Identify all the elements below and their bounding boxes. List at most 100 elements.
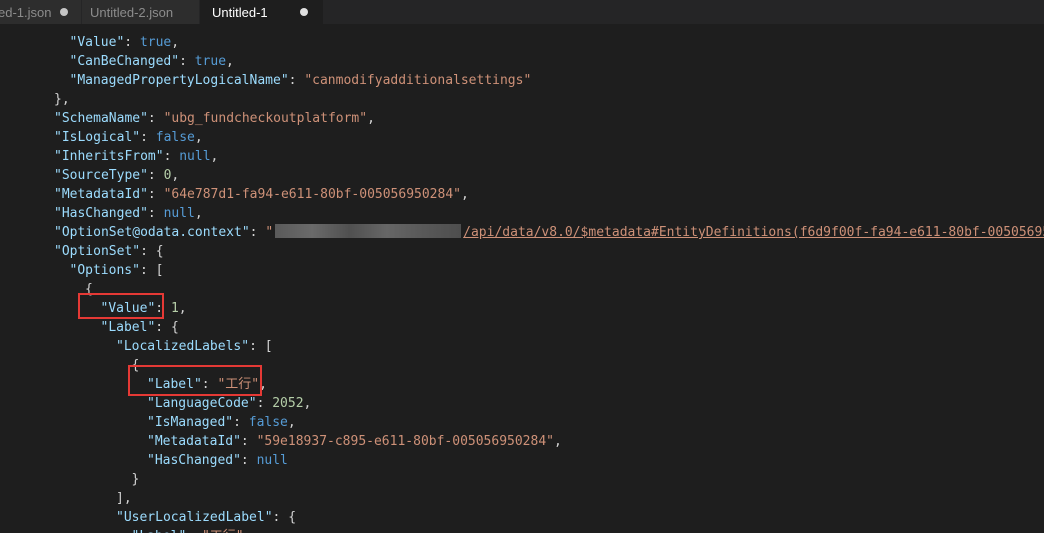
code-token: : [201, 377, 218, 392]
code-token: : [155, 301, 171, 316]
code-token: "SourceType" [54, 168, 148, 183]
code-token: : [147, 187, 164, 202]
code-line: { [85, 280, 93, 299]
code-token: "工行" [202, 529, 244, 533]
code-token: : [ [139, 263, 164, 278]
code-token: : [147, 111, 164, 126]
code-token: 1 [170, 301, 179, 316]
code-token: false [248, 415, 288, 430]
code-token: "HasChanged" [147, 453, 241, 468]
tab-untitled-2-json[interactable]: Untitled-2.json [82, 0, 200, 24]
tab-label: Untitled-2.json [90, 4, 174, 20]
code-token: ], [116, 491, 132, 506]
code-token: , [178, 301, 187, 316]
code-token: "HasChanged" [54, 206, 148, 221]
code-token: "IsLogical" [54, 130, 141, 145]
code-token: : [179, 54, 195, 69]
code-line: "SchemaName": "ubg_fundcheckoutplatform"… [54, 109, 375, 128]
tab-label: Untitled-1 [212, 4, 268, 20]
tab-ed-1-json[interactable]: ed-1.json [0, 0, 82, 24]
code-token: 2052 [272, 396, 304, 411]
code-token: : [240, 434, 257, 449]
code-line: "Options": [ [70, 261, 164, 280]
code-line: "HasChanged": null, [54, 204, 203, 223]
code-token: : [256, 396, 273, 411]
code-line: "Label": "工行" [132, 527, 244, 533]
code-token: , [226, 54, 234, 69]
code-line: "HasChanged": null [147, 451, 288, 470]
code-token: : [147, 206, 164, 221]
code-line: "UserLocalizedLabel": { [116, 508, 296, 527]
code-editor[interactable]: "Value": true, "CanBeChanged": true, "Mana… [0, 24, 1044, 533]
code-line: "InheritsFrom": null, [54, 147, 218, 166]
code-token: true [194, 54, 227, 69]
code-token: , [210, 149, 219, 164]
code-token: "CanBeChanged" [69, 54, 180, 69]
code-token: , [171, 35, 180, 50]
code-token: "Label" [147, 377, 202, 392]
code-token: { [131, 358, 140, 373]
code-line: "MetadataId": "59e18937-c895-e611-80bf-0… [147, 432, 562, 451]
code-token: "Options" [69, 263, 140, 278]
code-token: , [554, 434, 562, 449]
code-line: }, [54, 90, 70, 109]
code-token: "工行" [217, 377, 260, 392]
code-token: , [287, 415, 296, 430]
code-line: "ManagedPropertyLogicalName": "canmodify… [70, 71, 532, 90]
code-token: "Value" [69, 35, 125, 50]
code-line: "OptionSet@odata.context": " /api/data/v8… [54, 223, 1044, 242]
code-token: false [155, 130, 195, 145]
code-line: "CanBeChanged": true, [70, 52, 234, 71]
code-token: "ManagedPropertyLogicalName" [69, 73, 289, 88]
code-token: "LocalizedLabels" [116, 339, 250, 354]
unsaved-dot-icon[interactable] [60, 8, 68, 16]
code-token: /api/data/v8.0/$metadata#EntityDefinitio… [463, 225, 1044, 240]
code-token: "OptionSet@odata.context" [54, 225, 250, 240]
code-token: null [256, 453, 288, 468]
redacted-block [275, 224, 462, 238]
code-line: "MetadataId": "64e787d1-fa94-e611-80bf-0… [54, 185, 469, 204]
code-token: , [171, 168, 180, 183]
code-token: "IsManaged" [147, 415, 234, 430]
code-token: "canmodifyadditionalsettings" [304, 73, 532, 88]
code-token: : [233, 415, 249, 430]
code-token: "Value" [100, 301, 156, 316]
code-token: : [163, 149, 180, 164]
code-line: "Label": "工行", [147, 375, 267, 394]
code-token: : { [140, 244, 164, 259]
code-token: "SchemaName" [54, 111, 148, 126]
code-token: : [288, 73, 305, 88]
tab-untitled-1[interactable]: Untitled-1 [200, 0, 324, 24]
code-token: }, [54, 92, 70, 107]
code-token: , [259, 377, 267, 392]
tab-label: ed-1.json [0, 4, 52, 20]
code-token: "ubg_fundcheckoutplatform" [163, 111, 368, 126]
code-line: } [132, 470, 140, 489]
code-token: "Label" [132, 529, 187, 533]
code-token: , [303, 396, 312, 411]
code-token: : [ [249, 339, 273, 354]
code-token: } [131, 472, 140, 487]
code-token: " [265, 225, 274, 240]
code-line: "Label": { [101, 318, 179, 337]
code-token: { [85, 282, 93, 297]
unsaved-dot-icon[interactable] [300, 8, 308, 16]
editor-window: ed-1.json Untitled-2.json Untitled-1 "Va… [0, 0, 1044, 533]
code-line: { [132, 356, 140, 375]
code-token: "59e18937-c895-e611-80bf-005056950284" [256, 434, 554, 449]
code-token: true [139, 35, 172, 50]
tab-bar: ed-1.json Untitled-2.json Untitled-1 [0, 0, 1044, 24]
code-token: , [194, 130, 203, 145]
code-token: "OptionSet" [54, 244, 141, 259]
code-token: : [186, 529, 202, 533]
code-token: "InheritsFrom" [54, 149, 164, 164]
code-token: "64e787d1-fa94-e611-80bf-005056950284" [163, 187, 461, 202]
code-token: , [461, 187, 469, 202]
code-token: null [163, 206, 195, 221]
code-token: : [124, 35, 140, 50]
code-token: null [179, 149, 211, 164]
code-token: "Label" [100, 320, 156, 335]
code-line: "IsManaged": false, [147, 413, 296, 432]
code-line: "Value": true, [70, 33, 180, 52]
code-token: : [140, 130, 156, 145]
